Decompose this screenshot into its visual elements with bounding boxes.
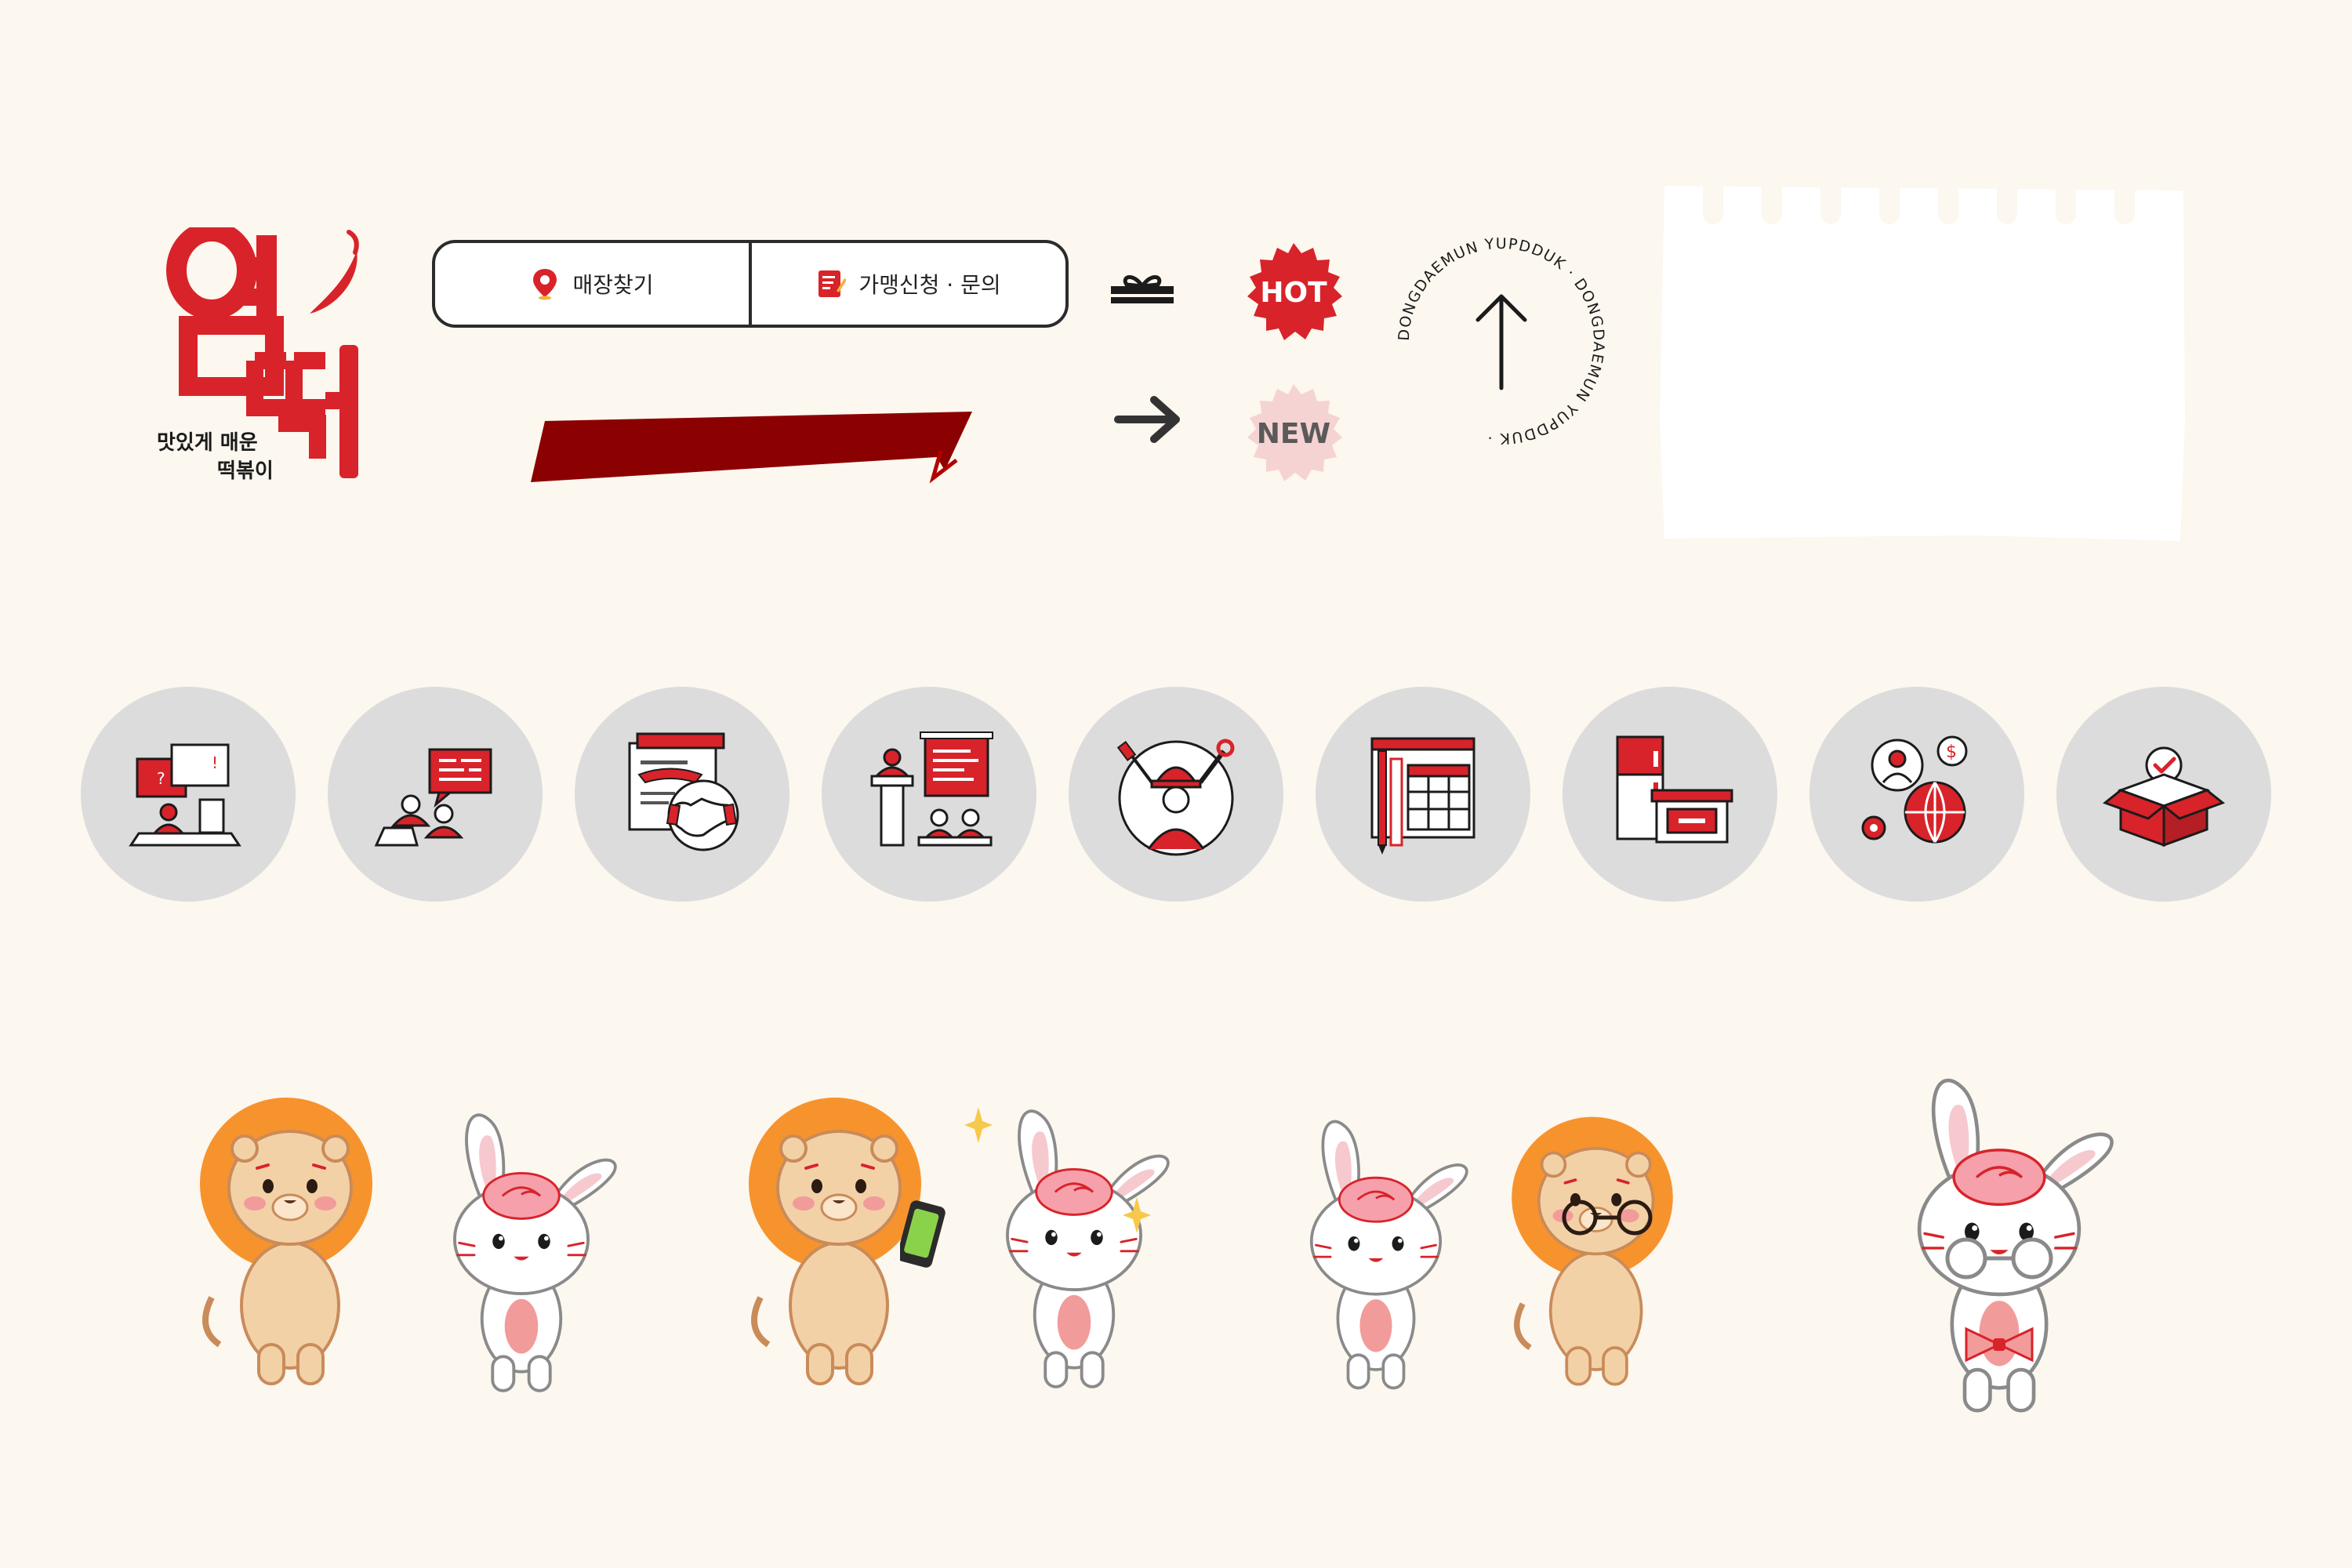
planning-design-icon	[1370, 737, 1475, 855]
sparkle-icon	[964, 1107, 993, 1143]
location-pin-icon	[533, 269, 557, 300]
franchise-inquiry-label: 가맹신청 · 문의	[858, 272, 1001, 298]
lion-character-waving	[180, 1094, 416, 1392]
kitchen-equipment-icon	[1616, 735, 1733, 844]
store-finder-label: 매장찾기	[572, 272, 654, 298]
global-business-icon: $	[1861, 735, 1968, 844]
right-arrow-icon	[1114, 396, 1180, 443]
svg-text:?: ?	[157, 769, 165, 788]
tagline-line2: 떡볶이	[217, 459, 274, 483]
lion-character-glasses	[1490, 1113, 1717, 1392]
new-badge: NEW	[1243, 383, 1345, 485]
new-badge-label: NEW	[1256, 417, 1331, 450]
open-box-check-icon-circle[interactable]	[2056, 687, 2271, 902]
sparkle-icon	[1123, 1197, 1151, 1233]
torn-paper-note	[1660, 184, 2185, 541]
presentation-seminar-icon-circle[interactable]	[822, 687, 1036, 902]
brand-logo: 맛있게 매운 떡볶이	[157, 221, 380, 494]
construction-worker-icon	[1116, 739, 1235, 856]
consultation-icon-circle[interactable]: ? !	[81, 687, 296, 902]
consultation-icon: ? !	[129, 743, 241, 847]
bowtie-icon	[1965, 1327, 2034, 1363]
glasses-icon	[1562, 1200, 1653, 1236]
smartphone-icon	[900, 1200, 946, 1268]
franchise-inquiry-button[interactable]: 가맹신청 · 문의	[749, 243, 1065, 325]
svg-text:!: !	[212, 753, 218, 772]
hot-badge: HOT	[1243, 241, 1345, 343]
kitchen-equipment-icon-circle[interactable]	[1563, 687, 1777, 902]
store-finder-button[interactable]: 매장찾기	[435, 243, 749, 325]
bunny-character-cheerful	[1262, 1113, 1490, 1392]
red-swoosh-arrow-icon	[531, 412, 972, 484]
tagline-line1: 맛있게 매운	[157, 431, 258, 455]
up-arrow-icon	[1475, 294, 1527, 390]
open-box-check-icon	[2102, 746, 2226, 848]
hot-badge-label: HOT	[1260, 276, 1327, 309]
gift-ribbon-icon	[1111, 275, 1174, 303]
scroll-to-top-button[interactable]: DONGDAEMUN YUPDDUK · DONGDAEMUN YUPDDUK …	[1388, 227, 1615, 455]
nav-button-group: 매장찾기 가맹신청 · 문의	[432, 240, 1069, 328]
contract-handshake-icon	[628, 732, 739, 851]
glasses-icon	[1945, 1237, 2053, 1279]
svg-text:$: $	[1946, 742, 1957, 762]
document-edit-icon	[818, 270, 847, 297]
meeting-icon-circle[interactable]	[328, 687, 543, 902]
bunny-character-excited	[960, 1102, 1188, 1392]
planning-design-icon-circle[interactable]	[1316, 687, 1530, 902]
meeting-icon	[374, 748, 492, 847]
circular-text-badge: DONGDAEMUN YUPDDUK · DONGDAEMUN YUPDDUK …	[1396, 235, 1606, 447]
global-business-icon-circle[interactable]: $	[1809, 687, 2024, 902]
contract-handshake-icon-circle[interactable]	[575, 687, 789, 902]
presentation-seminar-icon	[870, 731, 993, 847]
bunny-character-smiling	[408, 1105, 635, 1396]
construction-worker-icon-circle[interactable]	[1069, 687, 1283, 902]
